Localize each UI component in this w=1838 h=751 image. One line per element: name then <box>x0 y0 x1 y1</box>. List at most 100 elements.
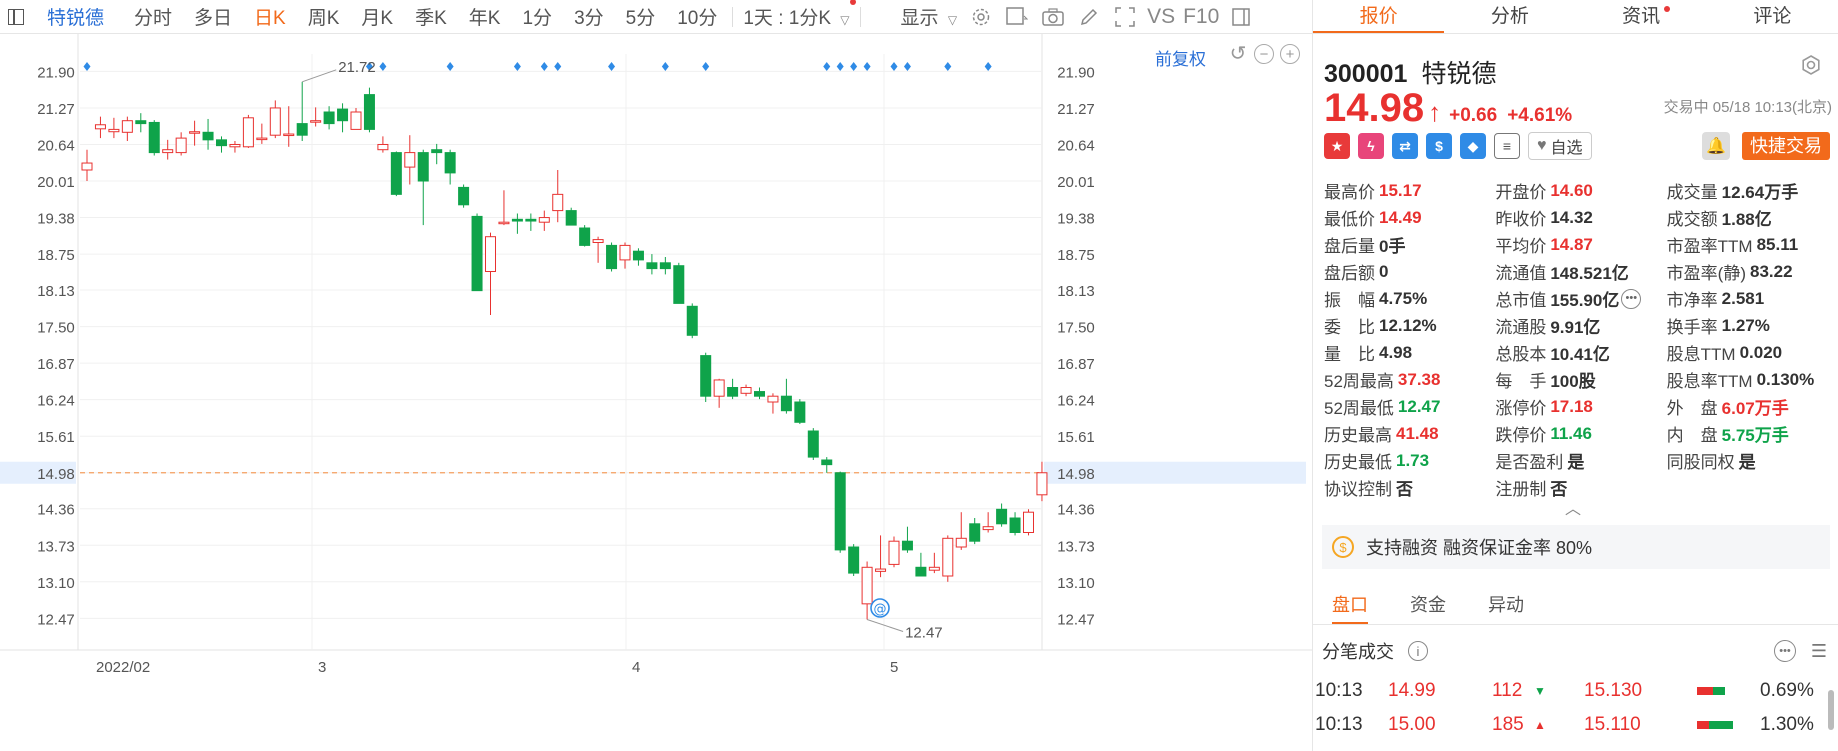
tab-fund-flow[interactable]: 资金 <box>1410 585 1446 624</box>
stat-cell: 总市值 155.90亿 ••• <box>1495 286 1666 311</box>
settings-gear-icon[interactable] <box>969 5 993 29</box>
tab-news[interactable]: 资讯 <box>1576 0 1707 33</box>
stat-cell: 换手率 1.27% <box>1667 313 1838 338</box>
candle-body <box>417 152 429 182</box>
price-tick-right: 18.75 <box>1057 247 1095 264</box>
period-tab[interactable]: 月K <box>350 3 404 30</box>
lightning-icon[interactable]: ϟ <box>1358 133 1384 159</box>
margin-financing-banner[interactable]: $ 支持融资 融资保证金率 80% <box>1322 525 1830 569</box>
tab-analysis[interactable]: 分析 <box>1444 0 1575 33</box>
tab-orderbook[interactable]: 盘口 <box>1332 585 1368 624</box>
list-view-icon[interactable]: ☰ <box>1808 640 1830 662</box>
quick-trade-button[interactable]: 快捷交易 <box>1742 132 1830 160</box>
stat-value: 4.98 <box>1379 342 1413 362</box>
more-options-icon[interactable]: ••• <box>1774 640 1796 662</box>
f10-button[interactable]: F10 <box>1179 5 1223 29</box>
period-tab[interactable]: 周K <box>297 3 351 30</box>
display-dropdown[interactable]: 显示 ▽ <box>895 3 964 30</box>
add-watchlist-button[interactable]: ♥ 自选 <box>1528 132 1592 160</box>
quote-stats-grid: 最高价 15.17 开盘价 14.60 成交量 12.64万手 最低价 14.49 昨收价 14.… <box>1324 177 1838 501</box>
candle-body <box>1009 517 1021 533</box>
quote-tabs: 报价 分析 资讯 评论 <box>1313 0 1838 34</box>
fullscreen-icon[interactable] <box>1113 5 1137 29</box>
price-tick-right: 16.24 <box>1057 393 1095 410</box>
stat-value: 否 <box>1396 480 1413 499</box>
price-tick-right: 12.47 <box>1057 611 1095 628</box>
event-marker <box>984 62 992 71</box>
price-tick-left: 13.73 <box>37 538 75 555</box>
candle-body <box>162 149 174 154</box>
settings-icon[interactable] <box>1800 54 1824 78</box>
candle-body <box>377 143 389 151</box>
compare-button[interactable]: VS <box>1143 5 1179 29</box>
event-marker <box>850 62 858 71</box>
candle-body <box>552 193 564 212</box>
multi-frame-dropdown[interactable]: 1天 : 1分K ▽ <box>737 0 856 30</box>
ratio-bar-red <box>1697 721 1709 729</box>
stock-name-tab[interactable]: 特锐德 <box>36 3 115 30</box>
candle-body <box>269 107 281 136</box>
document-icon[interactable]: ≡ <box>1494 133 1520 159</box>
tab-quote[interactable]: 报价 <box>1313 0 1445 33</box>
stats-row: 盘后额 0 流通值 148.521亿 市盈率(静) 83.22 <box>1324 258 1838 285</box>
stat-label: 市盈率TTM <box>1666 237 1753 256</box>
tab-comments[interactable]: 评论 <box>1707 0 1838 33</box>
dollar-icon[interactable]: $ <box>1426 133 1452 159</box>
event-marker <box>702 62 710 71</box>
price-tick-right: 14.98 <box>1057 466 1095 483</box>
info-icon[interactable]: i <box>1408 641 1428 661</box>
stat-value: 0.020 <box>1739 342 1783 362</box>
china-flag-icon[interactable]: ★ <box>1324 133 1350 159</box>
reset-icon[interactable]: ↺ <box>1228 44 1248 64</box>
candle-body <box>337 108 349 122</box>
ratio-bar-red <box>1697 687 1713 695</box>
period-tab[interactable]: 10分 <box>666 3 728 30</box>
zoom-out-icon[interactable]: − <box>1254 44 1274 64</box>
triangle-down-icon: ▼ <box>1534 684 1546 698</box>
tick-trades-header: 分笔成交 i ••• ☰ <box>1322 635 1830 667</box>
scrollbar[interactable] <box>1828 690 1834 730</box>
panel-subtabs: 盘口 资金 异动 <box>1312 585 1838 625</box>
period-tab[interactable]: 日K <box>243 3 297 30</box>
candle-body <box>1023 511 1034 534</box>
panel-toggle-icon[interactable] <box>1229 5 1253 29</box>
stat-label: 流通股 <box>1495 318 1547 337</box>
more-options-icon[interactable]: ••• <box>1621 288 1642 309</box>
candle-body <box>969 523 981 542</box>
stat-value: 148.521亿 <box>1550 264 1629 283</box>
alert-bell-icon[interactable]: 🔔 <box>1702 132 1730 160</box>
period-tab[interactable]: 年K <box>458 3 512 30</box>
stat-label: 52周最高 <box>1324 372 1394 391</box>
period-tab[interactable]: 1分 <box>511 3 563 30</box>
box-select-icon[interactable] <box>1005 5 1029 29</box>
stat-label: 市净率 <box>1666 291 1718 310</box>
kline-chart[interactable]: 21.90 21.90 21.27 21.27 20.64 20.64 20.01 20.01… <box>0 34 1312 751</box>
kline-chart-area[interactable]: 21.90 21.90 21.27 21.27 20.64 20.64 20.01 20.01… <box>0 34 1312 751</box>
period-tab[interactable]: 分时 <box>123 3 183 30</box>
tab-unusual[interactable]: 异动 <box>1488 585 1524 624</box>
pencil-icon[interactable] <box>1077 5 1101 29</box>
sidebar-toggle-icon[interactable] <box>8 8 24 25</box>
period-tab[interactable]: 5分 <box>615 3 667 30</box>
shuffle-icon[interactable]: ⇄ <box>1392 133 1418 159</box>
adjust-mode-button[interactable]: 前复权 <box>1155 45 1206 70</box>
candle-body <box>767 395 779 403</box>
stat-value: 12.64万手 <box>1721 183 1799 202</box>
candle-body <box>216 139 227 147</box>
period-tab[interactable]: 季K <box>404 3 458 30</box>
camera-icon[interactable] <box>1041 5 1065 29</box>
period-tab[interactable]: 多日 <box>183 3 243 30</box>
candle-body <box>242 117 254 148</box>
tick-trades-list: 10:13 14.99 112 15.130 0.69% ▼ 10:13 15.00 185 15… <box>1312 664 1838 751</box>
candle-body <box>202 131 214 141</box>
period-tab[interactable]: 3分 <box>563 3 615 30</box>
event-marker <box>379 62 387 71</box>
candle-body <box>875 568 887 572</box>
candle-body <box>565 210 577 226</box>
tag-icon[interactable]: ◆ <box>1460 133 1486 159</box>
zoom-in-icon[interactable]: + <box>1280 44 1300 64</box>
stat-label: 昨收价 <box>1495 210 1547 229</box>
trade-price: 14.99 <box>1388 680 1436 701</box>
stat-cell: 涨停价 17.18 <box>1495 394 1666 419</box>
collapse-chevron-icon[interactable]: ︿ <box>1565 495 1581 519</box>
